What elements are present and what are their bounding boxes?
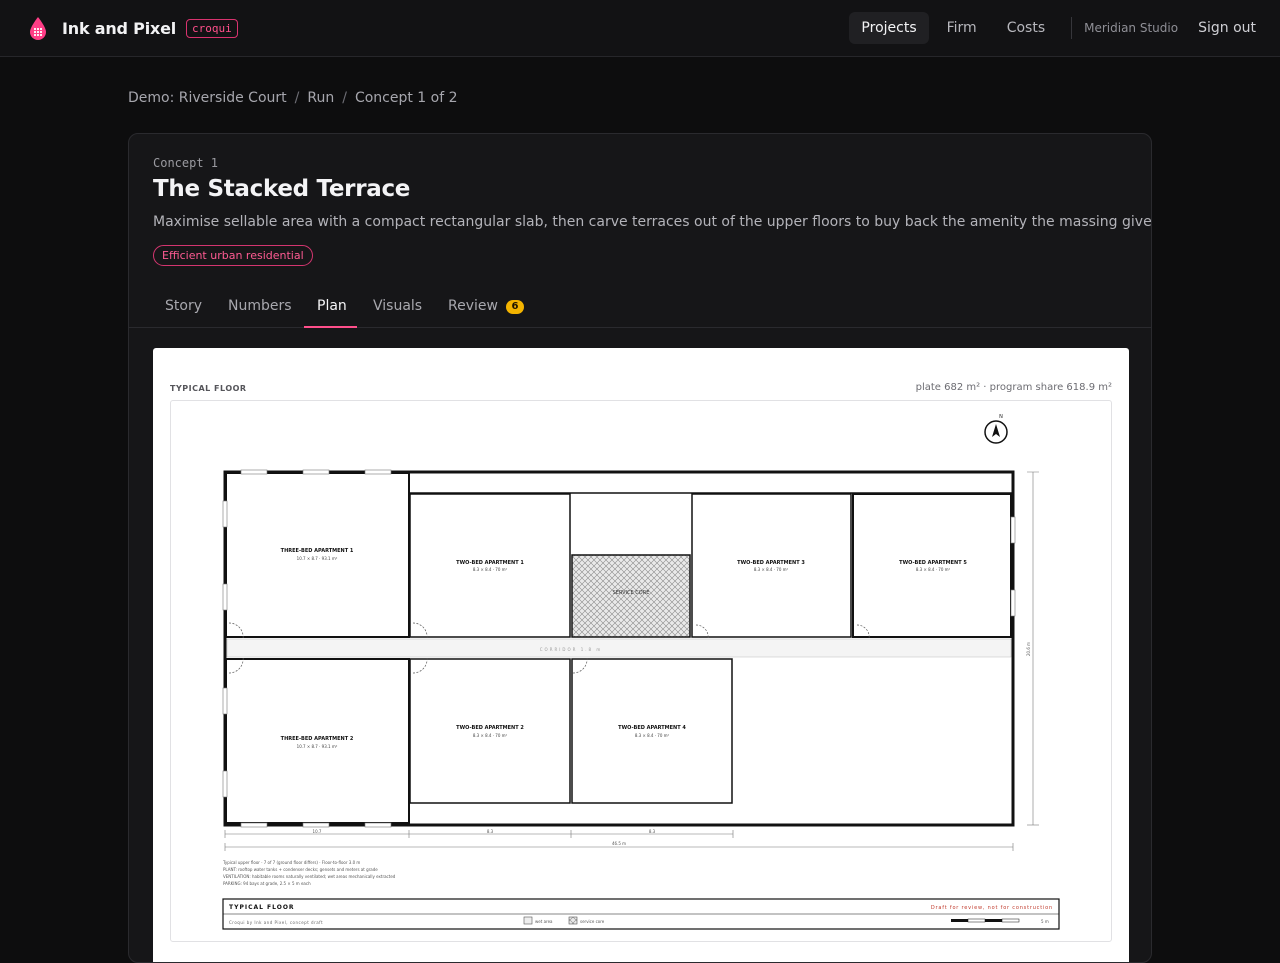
plan-note: PARKING: 94 bays at grade, 2.5 × 5 m eac…	[223, 881, 311, 886]
nav-divider	[1071, 17, 1073, 39]
wet-area-swatch-icon	[523, 916, 533, 925]
room-dims: 8.3 × 8.4 · 70 m²	[635, 733, 670, 738]
room-dims: 8.3 × 8.4 · 70 m²	[754, 567, 789, 572]
north-label: N	[999, 414, 1003, 420]
room-dims: 8.3 × 8.4 · 70 m²	[916, 567, 951, 572]
concept-description: Maximise sellable area with a compact re…	[153, 214, 1152, 230]
tab-story[interactable]: Story	[165, 298, 202, 314]
tab-visuals[interactable]: Visuals	[373, 298, 422, 314]
top-nav: Projects Firm Costs Meridian Studio Sign…	[843, 0, 1256, 56]
breadcrumb-project[interactable]: Demo: Riverside Court	[128, 90, 287, 106]
title-block-title: TYPICAL FLOOR	[229, 904, 295, 911]
room-label: TWO-BED APARTMENT 2	[456, 725, 524, 731]
room-label: TWO-BED APARTMENT 1	[456, 560, 524, 566]
breadcrumb-run[interactable]: Run	[307, 90, 334, 106]
legend-label: service core	[580, 919, 605, 924]
room-label: TWO-BED APARTMENT 4	[618, 725, 686, 731]
active-tab-indicator	[304, 326, 357, 328]
nav-projects[interactable]: Projects	[849, 12, 929, 44]
breadcrumb-current: Concept 1 of 2	[354, 90, 458, 106]
review-count-badge: 6	[505, 300, 524, 314]
plan-sheet: TYPICAL FLOOR plate 682 m² · program sha…	[153, 348, 1129, 962]
breadcrumb-separator: /	[294, 90, 300, 106]
north-arrow-icon: N	[984, 414, 1008, 444]
concept-title: The Stacked Terrace	[153, 176, 411, 202]
brand[interactable]: Ink and Pixel croqui	[28, 16, 238, 40]
app-name: Ink and Pixel	[62, 18, 177, 38]
floor-plan-frame: N THREE-BED APARTMENT 1 10.7 × 8.7 · 93.…	[170, 400, 1112, 942]
title-block-credit: Croqui by Ink and Pixel, concept draft	[229, 920, 323, 925]
dimension-label: 8.3	[487, 829, 494, 834]
corridor[interactable]	[226, 638, 1012, 658]
nav-firm[interactable]: Firm	[935, 12, 989, 44]
room-label: TWO-BED APARTMENT 5	[899, 560, 967, 566]
tab-plan[interactable]: Plan	[317, 298, 347, 314]
nav-costs[interactable]: Costs	[995, 12, 1057, 44]
plan-note: VENTILATION: habitable rooms naturally v…	[223, 874, 396, 879]
scale-label: 5 m	[1041, 919, 1049, 924]
dimension-label: 10.7	[313, 829, 322, 834]
tab-review[interactable]: Review 6	[448, 298, 524, 314]
top-bar: Ink and Pixel croqui Projects Firm Costs…	[0, 0, 1280, 57]
room-dims: 10.7 × 8.7 · 93.1 m²	[297, 556, 338, 561]
breadcrumb-separator: /	[342, 90, 347, 106]
room-label: TWO-BED APARTMENT 3	[737, 560, 805, 566]
org-name: Meridian Studio	[1084, 21, 1179, 35]
plan-note: PLANT: rooftop water tanks + condenser d…	[223, 867, 378, 872]
title-block: TYPICAL FLOOR Draft for review, not for …	[222, 898, 1060, 930]
title-block-status: Draft for review, not for construction	[931, 905, 1053, 911]
concept-card: Concept 1 The Stacked Terrace Maximise s…	[128, 133, 1152, 963]
room-service-core[interactable]	[571, 554, 691, 638]
ink-drop-logo-icon	[30, 17, 46, 40]
dimension-label: 8.3	[649, 829, 656, 834]
scale-bar	[951, 918, 1020, 923]
concept-tabs: Story Numbers Plan Visuals Review 6	[129, 286, 1151, 328]
corridor-label: CORRIDOR 1.8 m	[540, 647, 603, 652]
concept-tag: Efficient urban residential	[153, 245, 313, 266]
tab-numbers[interactable]: Numbers	[228, 298, 292, 314]
plan-note: Typical upper floor · 7 of 7 (ground flo…	[222, 860, 360, 865]
tab-review-label: Review	[448, 298, 498, 314]
dimension-label-depth: 20.6 m	[1026, 642, 1031, 656]
floor-plan-drawing[interactable]: N THREE-BED APARTMENT 1 10.7 × 8.7 · 93.…	[171, 401, 1111, 941]
plan-meta: plate 682 m² · program share 618.9 m²	[915, 382, 1112, 393]
room-label: THREE-BED APARTMENT 1	[281, 548, 354, 554]
room-dims: 8.3 × 8.4 · 70 m²	[473, 567, 508, 572]
plan-heading: TYPICAL FLOOR	[170, 384, 247, 393]
dimension-label-width: 46.5 m	[612, 841, 626, 846]
sign-out-link[interactable]: Sign out	[1198, 20, 1256, 36]
legend-label: wet area	[535, 919, 553, 924]
service-core-swatch-icon	[568, 916, 578, 925]
room-dims: 10.7 × 8.7 · 93.1 m²	[297, 744, 338, 749]
room-label: SERVICE CORE	[613, 590, 650, 596]
room-dims: 8.3 × 8.4 · 70 m²	[473, 733, 508, 738]
app-tag: croqui	[186, 18, 238, 38]
room-label: THREE-BED APARTMENT 2	[281, 736, 354, 742]
concept-kicker: Concept 1	[153, 156, 219, 170]
breadcrumb: Demo: Riverside Court / Run / Concept 1 …	[128, 90, 458, 106]
